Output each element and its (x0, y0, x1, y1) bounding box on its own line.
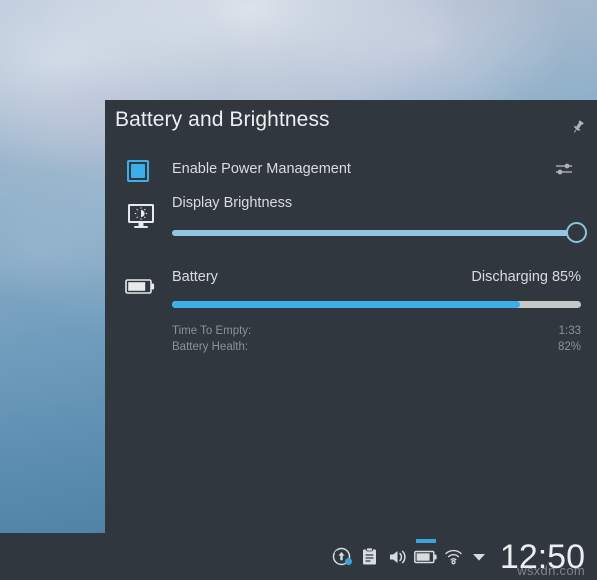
popup-header: Battery and Brightness (105, 100, 597, 148)
battery-tray-icon[interactable] (412, 535, 440, 578)
watermark: wsxdn.com (517, 563, 585, 578)
time-to-empty-value: 1:33 (558, 325, 581, 337)
battery-health-value: 82% (557, 341, 581, 353)
battery-progress-fill (172, 301, 520, 308)
brightness-slider-handle[interactable] (565, 222, 587, 243)
pin-icon[interactable] (567, 116, 589, 138)
display-brightness-row: Display Brightness (105, 195, 597, 250)
enable-power-management-checkbox[interactable] (127, 160, 149, 182)
enable-power-management-label: Enable Power Management (172, 161, 351, 177)
display-brightness-label: Display Brightness (172, 195, 293, 211)
configure-sliders-icon[interactable] (553, 158, 577, 182)
page-title: Battery and Brightness (115, 108, 330, 131)
taskbar-panel: 12:50 (0, 533, 597, 580)
battery-label: Battery (172, 269, 218, 285)
checkbox-checked-icon (131, 164, 145, 178)
battery-state-text: Discharging (471, 269, 548, 285)
brightness-slider[interactable] (172, 222, 587, 243)
clipboard-icon[interactable] (356, 535, 384, 578)
battery-health-row: Battery Health: 82% (172, 341, 581, 353)
battery-health-label: Battery Health: (172, 341, 249, 353)
volume-icon[interactable] (384, 535, 412, 578)
desktop: Battery and Brightness Enable Power Mana… (0, 0, 597, 580)
display-brightness-icon (123, 201, 159, 231)
battery-progress-bar (172, 301, 581, 308)
show-hidden-icon[interactable] (468, 535, 490, 578)
software-updates-icon[interactable] (328, 535, 356, 578)
power-management-row: Enable Power Management (105, 152, 597, 190)
time-to-empty-row: Time To Empty: 1:33 (172, 325, 581, 337)
battery-status-badge: Discharging 85% (471, 269, 581, 285)
update-badge (344, 558, 352, 565)
network-wifi-icon[interactable] (440, 535, 468, 578)
battery-brightness-popup: Battery and Brightness Enable Power Mana… (105, 100, 597, 533)
battery-percent-text: 85% (551, 269, 581, 285)
brightness-slider-fill (172, 230, 577, 236)
battery-row: Battery Discharging 85% Time To Empty: 1:… (105, 267, 597, 357)
battery-icon (123, 271, 159, 301)
time-to-empty-label: Time To Empty: (172, 325, 252, 337)
